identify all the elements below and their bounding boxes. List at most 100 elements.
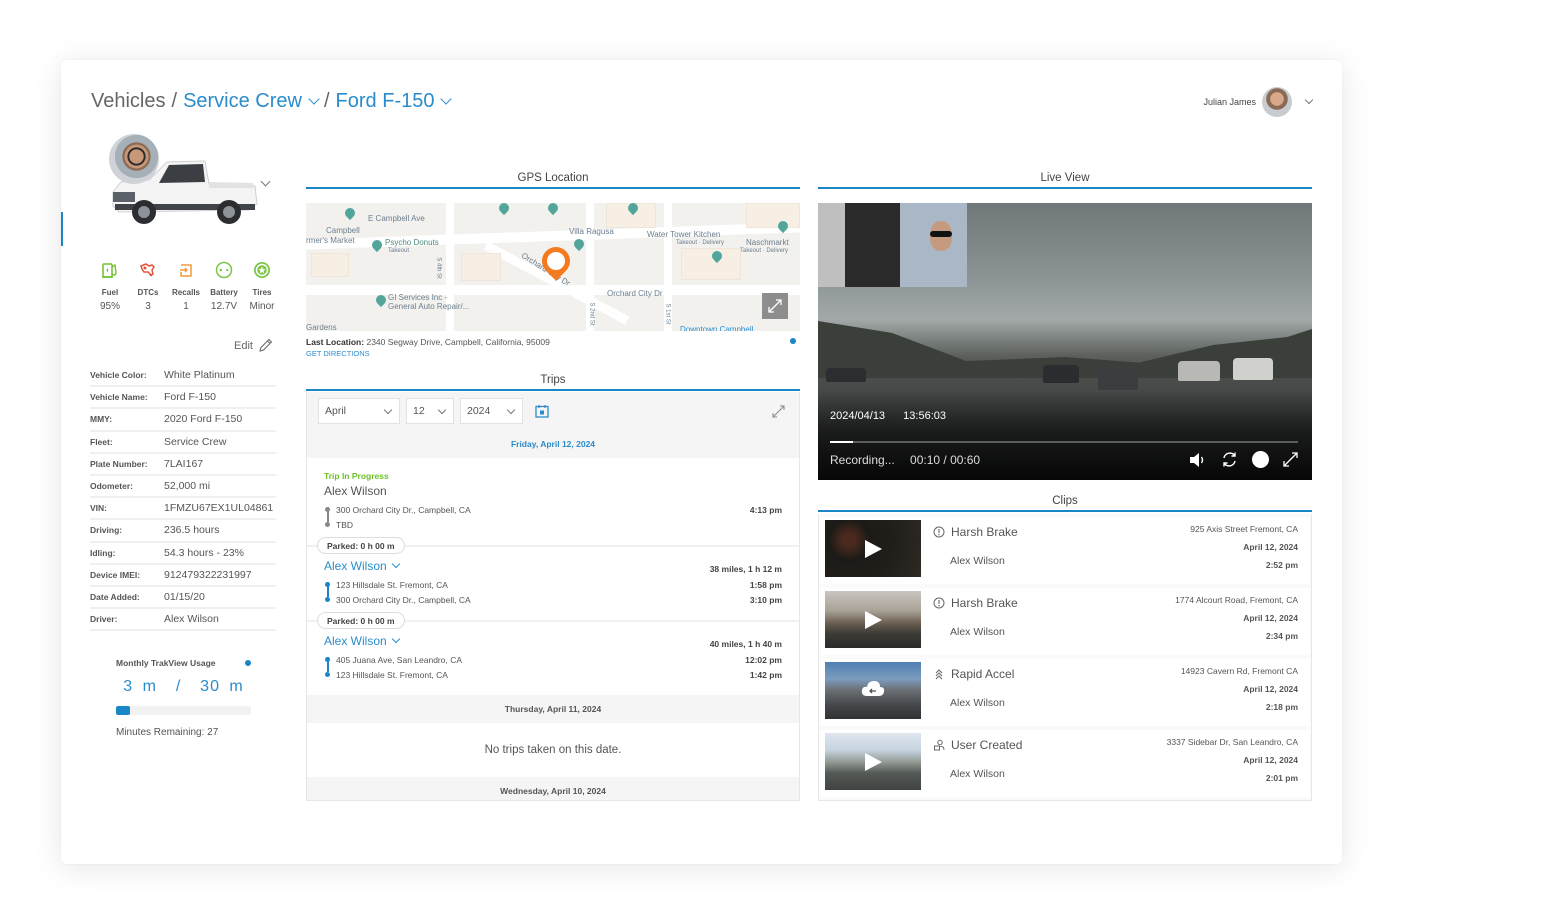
route-end: 300 Orchard City Dr., Campbell, CA 3:10 p…: [325, 593, 782, 608]
day-select[interactable]: 12: [406, 398, 454, 424]
clip-address: 3337 Sidebar Dr, San Leandro, CA: [1166, 737, 1298, 747]
clip-time: 2:52 pm: [1265, 560, 1298, 570]
fullscreen-button[interactable]: [1283, 452, 1298, 467]
detail-label: Plate Number:: [90, 458, 148, 469]
clip-date: April 12, 2024: [1243, 542, 1298, 552]
detail-label: Vehicle Name:: [90, 392, 148, 403]
info-icon[interactable]: [790, 338, 796, 344]
recall-icon: [176, 260, 196, 280]
video-car: [1233, 358, 1273, 380]
map-label: Takeout · Delivery: [740, 248, 789, 254]
detail-row: Idling: 54.3 hours - 23%: [90, 543, 276, 565]
route-end: TBD: [325, 518, 782, 533]
live-view-player[interactable]: 2024/04/13 13:56:03 Recording... 00:10 /…: [818, 203, 1312, 480]
video-progress-bar[interactable]: [830, 441, 1298, 443]
route-start-time: 4:13 pm: [749, 505, 782, 515]
clip-item[interactable]: User Created Alex Wilson 3337 Sidebar Dr…: [820, 730, 1310, 797]
info-icon[interactable]: [245, 660, 251, 666]
clip-item[interactable]: Harsh Brake Alex Wilson 1774 Alcourt Roa…: [820, 588, 1310, 655]
clip-event: User Created: [933, 738, 1022, 752]
breadcrumb-vehicle-dropdown[interactable]: Ford F-150: [335, 90, 453, 113]
get-directions-link[interactable]: GET DIRECTIONS: [306, 349, 370, 358]
driver-photo: [109, 134, 159, 184]
usage-remaining: Minutes Remaining: 27: [116, 727, 219, 738]
clip-driver: Alex Wilson: [950, 555, 1005, 567]
gps-map[interactable]: E Campbell Ave Campbell rmer's Market Ps…: [306, 203, 800, 331]
month-select[interactable]: April: [318, 398, 400, 424]
map-label: Naschmarkt: [746, 238, 789, 247]
clip-thumbnail[interactable]: [825, 591, 921, 648]
detail-value: White Platinum: [164, 369, 235, 382]
breadcrumb-fleet-label: Service Crew: [183, 90, 302, 112]
detail-row: Driver: Alex Wilson: [90, 609, 276, 632]
clip-time: 2:01 pm: [1265, 773, 1298, 783]
clip-thumbnail[interactable]: [825, 520, 921, 577]
stat-value: 3: [145, 301, 151, 312]
breadcrumb-vehicles[interactable]: Vehicles: [91, 90, 166, 113]
year-select[interactable]: 2024: [460, 398, 523, 424]
trip-item[interactable]: Alex Wilson 38 miles, 1 h 12 m 123 Hills…: [307, 559, 799, 608]
trip-item[interactable]: Trip In Progress Alex Wilson 300 Orchard…: [307, 458, 799, 533]
clip-thumbnail[interactable]: [825, 733, 921, 790]
map-road: [446, 203, 454, 331]
clip-date: April 12, 2024: [1243, 684, 1298, 694]
calendar-icon[interactable]: [535, 404, 549, 418]
map-block: [461, 253, 501, 281]
tire-icon: [252, 260, 272, 280]
map-label: Water Tower Kitchen: [647, 230, 721, 239]
trip-driver: Alex Wilson: [324, 484, 387, 498]
detail-row: Vehicle Name: Ford F-150: [90, 387, 276, 410]
stat-fuel[interactable]: Fuel 95%: [91, 260, 129, 312]
video-timestamp: 2024/04/13 13:56:03: [830, 410, 946, 422]
map-expand-button[interactable]: [762, 293, 788, 319]
stat-tires[interactable]: Tires Minor: [243, 260, 281, 312]
clip-event-label: Harsh Brake: [951, 525, 1018, 539]
clip-item[interactable]: Rapid Accel Alex Wilson 14923 Cavern Rd,…: [820, 659, 1310, 726]
last-location-address: 2340 Segway Drive, Campbell, California,…: [366, 337, 550, 347]
trip-route: 405 Juana Ave, San Leandro, CA 12:02 pm 1…: [324, 653, 782, 683]
detail-value: 54.3 hours - 23%: [164, 546, 244, 559]
clip-event: Harsh Brake: [933, 596, 1018, 610]
trip-driver: Alex Wilson: [324, 634, 387, 648]
rapid-accel-icon: [935, 669, 943, 680]
detail-value: 7LAI167: [164, 457, 204, 470]
map-label: GI Services Inc -: [388, 293, 448, 302]
clip-thumbnail[interactable]: [825, 662, 921, 719]
trip-route: 300 Orchard City Dr., Campbell, CA 4:13 p…: [324, 503, 782, 533]
expand-icon[interactable]: [772, 405, 785, 418]
map-poi-pin-icon: [342, 205, 358, 221]
chevron-down-icon: [391, 634, 400, 643]
vehicle-select-chevron-icon[interactable]: [260, 176, 271, 187]
detail-row: Device IMEI: 912479322231997: [90, 565, 276, 587]
stat-dtcs[interactable]: DTCs 3: [129, 260, 167, 312]
detail-value: 01/15/20: [164, 590, 205, 603]
map-label: Campbell: [326, 226, 360, 235]
stat-value: 12.7V: [210, 301, 238, 312]
chevron-down-icon: [440, 93, 453, 105]
breadcrumb-fleet-dropdown[interactable]: Service Crew: [183, 90, 320, 113]
route-end-address: 300 Orchard City Dr., Campbell, CA: [336, 595, 471, 605]
usage-progress-bar: [116, 706, 251, 715]
trip-item[interactable]: Alex Wilson 40 miles, 1 h 40 m 405 Juana…: [307, 634, 799, 695]
record-button[interactable]: [1252, 451, 1269, 468]
edit-vehicle-button[interactable]: Edit: [234, 338, 273, 353]
stat-battery[interactable]: Battery 12.7V: [205, 260, 243, 312]
clip-item[interactable]: Harsh Brake Alex Wilson 925 Axis Street …: [820, 517, 1310, 584]
fuel-pump-icon: [100, 260, 120, 280]
detail-label: Date Added:: [90, 591, 140, 602]
route-start: 123 Hillsdale St. Fremont, CA 1:58 pm: [325, 578, 782, 593]
clip-driver: Alex Wilson: [950, 697, 1005, 709]
engine-warning-icon: [138, 260, 158, 280]
stat-recalls[interactable]: Recalls 1: [167, 260, 205, 312]
refresh-button[interactable]: [1221, 451, 1238, 468]
route-end-address: TBD: [336, 520, 353, 530]
volume-button[interactable]: [1189, 452, 1207, 468]
parked-badge: Parked: 0 h 00 m: [317, 612, 405, 629]
stat-value: 1: [183, 301, 189, 312]
breadcrumb-vehicle-label: Ford F-150: [335, 90, 435, 112]
user-menu[interactable]: Julian James: [1203, 87, 1314, 117]
sidebar-active-indicator: [61, 212, 63, 246]
day-header: Wednesday, April 10, 2024: [307, 777, 799, 800]
clip-time: 2:18 pm: [1265, 702, 1298, 712]
clips-list: Harsh Brake Alex Wilson 925 Axis Street …: [818, 514, 1312, 801]
